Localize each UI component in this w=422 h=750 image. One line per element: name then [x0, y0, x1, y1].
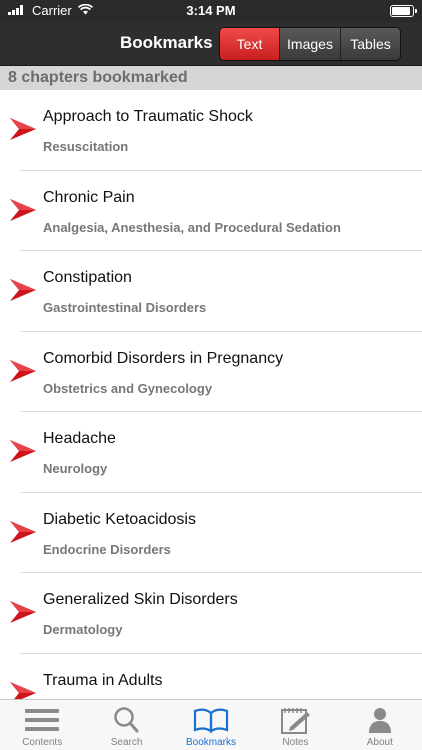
- list-item[interactable]: Diabetic Ketoacidosis Endocrine Disorder…: [0, 492, 422, 573]
- battery-icon: [390, 5, 417, 17]
- tab-label: Search: [110, 737, 143, 748]
- list-item-subtitle: Endocrine Disorders: [43, 541, 171, 557]
- bookmark-arrow-icon: [10, 359, 36, 382]
- person-icon: [368, 708, 391, 733]
- segment-images[interactable]: Images: [279, 28, 340, 60]
- bookmark-arrow-icon: [10, 118, 36, 140]
- bookmark-arrow-icon: [10, 601, 36, 623]
- status-time: 3:14 PM: [186, 3, 236, 18]
- notepad-icon: [281, 708, 311, 734]
- tab-notes[interactable]: Notes: [253, 700, 337, 750]
- list-item-subtitle: Analgesia, Anesthesia, and Procedural Se…: [43, 219, 341, 235]
- segment-text[interactable]: Text: [220, 28, 279, 60]
- list-item[interactable]: Generalized Skin Disorders Dermatology: [0, 573, 422, 654]
- nav-bar: Bookmarks Text Images Tables: [0, 22, 422, 66]
- book-icon: [193, 708, 229, 733]
- list-item-subtitle: Dermatology: [43, 622, 123, 637]
- page-title: Bookmarks: [120, 33, 213, 52]
- list-item-title: Trauma in Adults: [43, 671, 163, 689]
- tab-label: About: [366, 737, 393, 748]
- list-item[interactable]: Comorbid Disorders in Pregnancy Obstetri…: [0, 331, 422, 412]
- tab-bar: Contents Search Bookmarks Notes About: [0, 699, 422, 750]
- bookmark-arrow-icon: [10, 440, 36, 462]
- list-item-subtitle: Obstetrics and Gynecology: [43, 380, 213, 396]
- list-item-title: Headache: [43, 430, 116, 447]
- tab-contents[interactable]: Contents: [0, 700, 84, 750]
- list-item[interactable]: Chronic Pain Analgesia, Anesthesia, and …: [0, 170, 422, 251]
- bookmark-list: Approach to Traumatic Shock Resuscitatio…: [0, 90, 422, 734]
- tab-bookmarks[interactable]: Bookmarks: [169, 700, 253, 750]
- bookmark-arrow-icon: [10, 520, 36, 543]
- list-item-title: Chronic Pain: [43, 188, 135, 206]
- bookmark-arrow-icon: [10, 198, 36, 221]
- list-item-title: Generalized Skin Disorders: [43, 591, 238, 608]
- tab-label: Contents: [22, 737, 63, 748]
- list-item-subtitle: Neurology: [43, 461, 108, 476]
- tab-label: Notes: [282, 737, 309, 748]
- status-bar: Carrier 3:14 PM: [0, 0, 422, 22]
- list-item-title: Approach to Traumatic Shock: [43, 108, 253, 125]
- list-item-subtitle: Gastrointestinal Disorders: [43, 300, 207, 315]
- list-item[interactable]: Approach to Traumatic Shock Resuscitatio…: [0, 90, 422, 171]
- tab-about[interactable]: About: [338, 700, 422, 750]
- list-item[interactable]: Headache Neurology: [0, 412, 422, 493]
- list-item-title: Comorbid Disorders in Pregnancy: [43, 349, 284, 367]
- search-icon: [113, 707, 139, 733]
- content-type-segmented-control: Text Images Tables: [219, 27, 401, 61]
- tab-label: Bookmarks: [186, 737, 237, 748]
- section-header: 8 chapters bookmarked: [0, 66, 422, 90]
- tab-search[interactable]: Search: [84, 700, 168, 750]
- bookmark-arrow-icon: [10, 279, 36, 301]
- list-item[interactable]: Constipation Gastrointestinal Disorders: [0, 251, 422, 332]
- list-icon: [25, 709, 60, 731]
- segment-tables[interactable]: Tables: [340, 28, 400, 60]
- battery-fill: [392, 7, 411, 15]
- list-item-title: Constipation: [43, 269, 132, 286]
- list-item-subtitle: Resuscitation: [43, 139, 129, 154]
- list-item-title: Diabetic Ketoacidosis: [43, 510, 196, 528]
